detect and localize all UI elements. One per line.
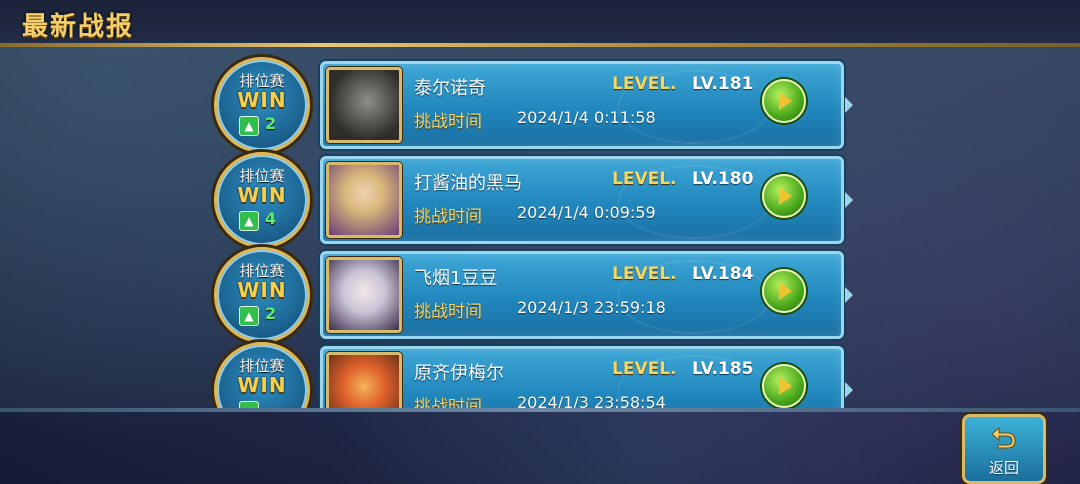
challenge-time-label: 挑战时间 <box>414 397 482 408</box>
card-tab <box>845 192 853 208</box>
opponent-name: 飞烟1豆豆 <box>414 268 498 289</box>
result-label: WIN <box>237 373 287 397</box>
battle-row[interactable]: 排位赛 WIN ▲ 4 打酱油的黑马 LEVEL. LV.180 挑战时间 20… <box>214 152 853 248</box>
page-title: 最新战报 <box>22 12 135 42</box>
battle-row[interactable]: 排位赛 WIN ▲ 原齐伊梅尔 LEVEL. LV.185 挑战时间 2024/… <box>214 342 853 408</box>
opponent-avatar[interactable] <box>326 257 402 333</box>
level-label: LEVEL. <box>612 74 677 94</box>
result-badge: 排位赛 WIN ▲ 2 <box>214 57 310 153</box>
result-label: WIN <box>237 88 287 112</box>
play-icon <box>779 377 792 395</box>
rank-change: 2 <box>265 114 277 133</box>
result-badge: 排位赛 WIN ▲ 2 <box>214 247 310 343</box>
rank-change: 2 <box>265 304 277 323</box>
return-arrow-icon <box>991 426 1016 449</box>
rank-up-icon: ▲ <box>239 306 259 326</box>
back-button-label: 返回 <box>988 459 1019 477</box>
play-icon <box>779 282 792 300</box>
card-tab <box>845 287 853 303</box>
level-value: LV.185 <box>692 359 754 379</box>
replay-button[interactable] <box>762 79 806 123</box>
level-value: LV.180 <box>692 169 754 189</box>
challenge-time-label: 挑战时间 <box>414 112 482 132</box>
result-label: WIN <box>237 183 287 207</box>
challenge-time-label: 挑战时间 <box>414 207 482 227</box>
rank-up-icon: ▲ <box>239 401 259 408</box>
result-label: WIN <box>237 278 287 302</box>
opponent-name: 打酱油的黑马 <box>414 173 522 194</box>
rank-change: 4 <box>265 209 277 228</box>
back-button[interactable]: 返回 <box>962 414 1046 484</box>
opponent-avatar[interactable] <box>326 67 402 143</box>
opponent-name: 原齐伊梅尔 <box>414 363 504 384</box>
rank-up-icon: ▲ <box>239 116 259 136</box>
level-label: LEVEL. <box>612 169 677 189</box>
challenge-time-value: 2024/1/4 0:11:58 <box>517 108 656 127</box>
rank-up-icon: ▲ <box>239 211 259 231</box>
header-bar <box>0 0 1080 46</box>
level-label: LEVEL. <box>612 359 677 379</box>
replay-button[interactable] <box>762 364 806 408</box>
battle-row[interactable]: 排位赛 WIN ▲ 2 飞烟1豆豆 LEVEL. LV.184 挑战时间 202… <box>214 247 853 343</box>
play-icon <box>779 92 792 110</box>
card-tab <box>845 382 853 398</box>
opponent-avatar[interactable] <box>326 352 402 408</box>
opponent-name: 泰尔诺奇 <box>414 78 486 99</box>
play-icon <box>779 187 792 205</box>
panel-bottom-border <box>0 408 1080 412</box>
replay-button[interactable] <box>762 269 806 313</box>
battle-list[interactable]: 排位赛 WIN ▲ 2 泰尔诺奇 LEVEL. LV.181 挑战时间 2024… <box>0 47 1080 408</box>
card-tab <box>845 97 853 113</box>
opponent-avatar[interactable] <box>326 162 402 238</box>
challenge-time-value: 2024/1/3 23:59:18 <box>517 298 666 317</box>
battle-row[interactable]: 排位赛 WIN ▲ 2 泰尔诺奇 LEVEL. LV.181 挑战时间 2024… <box>214 57 853 153</box>
result-badge: 排位赛 WIN ▲ <box>214 342 310 408</box>
challenge-time-label: 挑战时间 <box>414 302 482 322</box>
level-value: LV.184 <box>692 264 754 284</box>
replay-button[interactable] <box>762 174 806 218</box>
challenge-time-value: 2024/1/4 0:09:59 <box>517 203 656 222</box>
result-badge: 排位赛 WIN ▲ 4 <box>214 152 310 248</box>
challenge-time-value: 2024/1/3 23:58:54 <box>517 393 666 408</box>
level-value: LV.181 <box>692 74 754 94</box>
level-label: LEVEL. <box>612 264 677 284</box>
